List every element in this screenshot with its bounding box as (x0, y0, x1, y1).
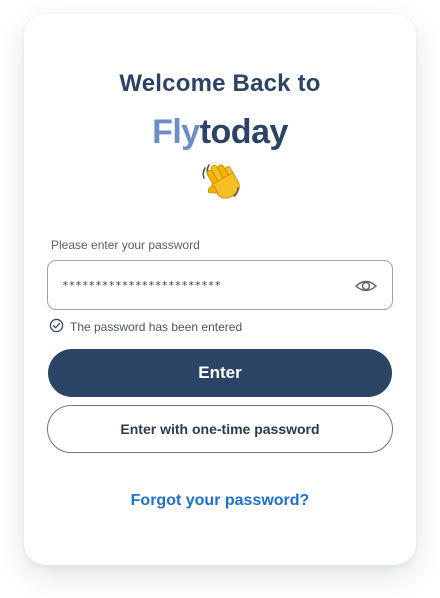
otp-login-button[interactable]: Enter with one-time password (47, 405, 393, 453)
brand-logo: Flytoday (24, 113, 416, 152)
password-field[interactable] (47, 260, 393, 310)
password-label: Please enter your password (51, 238, 200, 252)
enter-button[interactable]: Enter (48, 349, 392, 397)
forgot-password-link[interactable]: Forgot your password? (24, 492, 416, 510)
eye-icon[interactable] (354, 274, 378, 298)
password-status-text: The password has been entered (70, 320, 243, 334)
waving-hand-icon (24, 160, 416, 204)
password-input[interactable] (62, 261, 342, 309)
brand-part-today: today (199, 113, 289, 151)
brand-part-fly: Fly (152, 113, 200, 151)
check-circle-icon (49, 318, 64, 336)
welcome-heading: Welcome Back to (119, 70, 321, 97)
login-card: Welcome Back to Flytoday Please enter yo… (24, 14, 416, 565)
password-status: The password has been entered (49, 318, 242, 336)
